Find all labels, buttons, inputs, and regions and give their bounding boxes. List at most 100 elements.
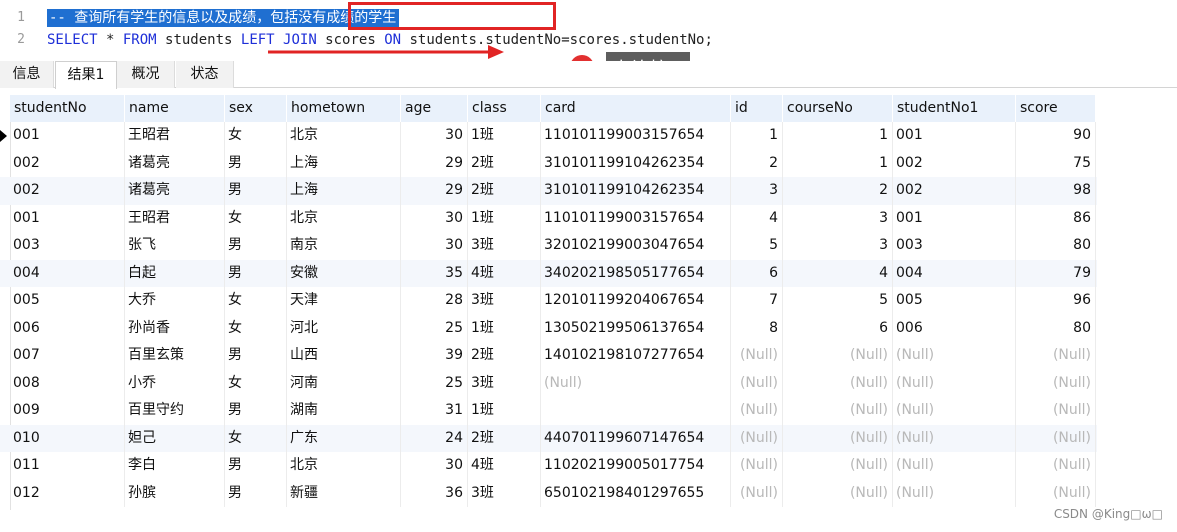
cell-score[interactable]: 80 — [1016, 314, 1096, 342]
cell-score[interactable]: 98 — [1016, 177, 1096, 205]
cell-score[interactable]: 96 — [1016, 287, 1096, 315]
cell-score[interactable]: (Null) — [1016, 342, 1096, 370]
cell-score[interactable]: 80 — [1016, 232, 1096, 260]
cell-sex[interactable]: 男 — [225, 342, 287, 370]
cell-name[interactable]: 妲己 — [125, 424, 225, 452]
cell-age[interactable]: 30 — [401, 122, 468, 150]
cell-studentno1[interactable]: 002 — [893, 177, 1016, 205]
column-header-hometown[interactable]: hometown — [287, 95, 401, 122]
cell-sex[interactable]: 女 — [225, 287, 287, 315]
cell-age[interactable]: 25 — [401, 369, 468, 397]
cell-id[interactable]: (Null) — [731, 479, 783, 507]
cell-card[interactable]: 130502199506137654 — [541, 314, 731, 342]
cell-name[interactable]: 孙尚香 — [125, 314, 225, 342]
cell-age[interactable]: 30 — [401, 232, 468, 260]
cell-card[interactable]: 310101199104262354 — [541, 149, 731, 177]
cell-id[interactable]: (Null) — [731, 397, 783, 425]
cell-card[interactable]: 340202198505177654 — [541, 259, 731, 287]
cell-card[interactable]: 110101199003157654 — [541, 204, 731, 232]
cell-courseno[interactable]: 3 — [783, 232, 893, 260]
cell-hometown[interactable]: 山西 — [287, 342, 401, 370]
cell-id[interactable]: (Null) — [731, 452, 783, 480]
column-header-id[interactable]: id — [731, 95, 783, 122]
sql-editor[interactable]: 1 -- 查询所有学生的信息以及成绩，包括没有成绩的学生 2 SELECT * … — [0, 0, 1177, 59]
cell-class[interactable]: 2班 — [468, 149, 541, 177]
cell-age[interactable]: 30 — [401, 452, 468, 480]
cell-studentno[interactable]: 002 — [10, 177, 125, 205]
cell-hometown[interactable]: 河南 — [287, 369, 401, 397]
cell-name[interactable]: 大乔 — [125, 287, 225, 315]
column-header-card[interactable]: card — [541, 95, 731, 122]
cell-id[interactable]: (Null) — [731, 342, 783, 370]
cell-class[interactable]: 3班 — [468, 479, 541, 507]
cell-id[interactable]: 7 — [731, 287, 783, 315]
cell-hometown[interactable]: 北京 — [287, 122, 401, 150]
column-header-class[interactable]: class — [468, 95, 541, 122]
cell-hometown[interactable]: 北京 — [287, 452, 401, 480]
tab-result-1[interactable]: 结果1 — [55, 61, 117, 89]
cell-id[interactable]: 1 — [731, 122, 783, 150]
cell-studentno1[interactable]: 001 — [893, 122, 1016, 150]
table-row[interactable]: 003 张飞男南京 30 3班 320102199003047654 5 3 003 80 — [0, 232, 1097, 260]
cell-sex[interactable]: 女 — [225, 369, 287, 397]
cell-studentno[interactable]: 011 — [10, 452, 125, 480]
cell-studentno1[interactable]: 005 — [893, 287, 1016, 315]
cell-class[interactable]: 3班 — [468, 287, 541, 315]
cell-studentno1[interactable]: 006 — [893, 314, 1016, 342]
cell-id[interactable]: (Null) — [731, 424, 783, 452]
cell-courseno[interactable]: 5 — [783, 287, 893, 315]
cell-sex[interactable]: 男 — [225, 232, 287, 260]
cell-score[interactable]: (Null) — [1016, 424, 1096, 452]
cell-courseno[interactable]: 1 — [783, 149, 893, 177]
table-row[interactable]: 002 诸葛亮男上海 29 2班 310101199104262354 3 2 002 98 — [0, 177, 1097, 205]
cell-age[interactable]: 29 — [401, 149, 468, 177]
cell-score[interactable]: 75 — [1016, 149, 1096, 177]
cell-studentno[interactable]: 001 — [10, 122, 125, 150]
cell-studentno1[interactable]: (Null) — [893, 342, 1016, 370]
editor-line-1[interactable]: 1 -- 查询所有学生的信息以及成绩，包括没有成绩的学生 — [0, 7, 1177, 29]
table-row[interactable]: 001 王昭君女北京 30 1班 110101199003157654 4 3 001 86 — [0, 204, 1097, 232]
cell-hometown[interactable]: 南京 — [287, 232, 401, 260]
cell-courseno[interactable]: (Null) — [783, 342, 893, 370]
cell-name[interactable]: 百里守约 — [125, 397, 225, 425]
cell-studentno1[interactable]: 003 — [893, 232, 1016, 260]
sql-comment[interactable]: -- 查询所有学生的信息以及成绩，包括没有成绩的学生 — [47, 9, 400, 27]
cell-sex[interactable]: 女 — [225, 314, 287, 342]
cell-studentno1[interactable]: (Null) — [893, 369, 1016, 397]
cell-name[interactable]: 孙膑 — [125, 479, 225, 507]
column-header-studentno1[interactable]: studentNo1 — [893, 95, 1016, 122]
cell-score[interactable]: 86 — [1016, 204, 1096, 232]
cell-studentno[interactable]: 004 — [10, 259, 125, 287]
table-row[interactable]: 001 王昭君女北京 30 1班 110101199003157654 1 1 001 90 — [0, 122, 1097, 150]
cell-sex[interactable]: 男 — [225, 177, 287, 205]
cell-hometown[interactable]: 河北 — [287, 314, 401, 342]
cell-score[interactable]: (Null) — [1016, 479, 1096, 507]
cell-studentno1[interactable]: (Null) — [893, 424, 1016, 452]
table-row[interactable]: 007 百里玄策男山西 39 2班 140102198107277654 (Null) (N… — [0, 342, 1097, 370]
cell-id[interactable]: 3 — [731, 177, 783, 205]
cell-id[interactable]: 8 — [731, 314, 783, 342]
editor-line-2[interactable]: 2 SELECT * FROM students LEFT JOIN score… — [0, 29, 1177, 51]
cell-age[interactable]: 24 — [401, 424, 468, 452]
cell-class[interactable]: 3班 — [468, 232, 541, 260]
column-header-studentno[interactable]: studentNo — [10, 95, 125, 122]
cell-card[interactable]: 440701199607147654 — [541, 424, 731, 452]
cell-score[interactable]: 90 — [1016, 122, 1096, 150]
cell-sex[interactable]: 女 — [225, 424, 287, 452]
cell-courseno[interactable]: 2 — [783, 177, 893, 205]
cell-hometown[interactable]: 广东 — [287, 424, 401, 452]
cell-score[interactable]: (Null) — [1016, 369, 1096, 397]
cell-name[interactable]: 李白 — [125, 452, 225, 480]
cell-studentno[interactable]: 001 — [10, 204, 125, 232]
cell-age[interactable]: 31 — [401, 397, 468, 425]
cell-studentno[interactable]: 007 — [10, 342, 125, 370]
cell-class[interactable]: 1班 — [468, 397, 541, 425]
cell-studentno1[interactable]: 001 — [893, 204, 1016, 232]
cell-card[interactable]: 110101199003157654 — [541, 122, 731, 150]
table-row[interactable]: 004 白起男安徽 35 4班 340202198505177654 6 4 004 79 — [0, 259, 1097, 287]
cell-id[interactable]: 6 — [731, 259, 783, 287]
cell-card[interactable]: 320102199003047654 — [541, 232, 731, 260]
cell-courseno[interactable]: (Null) — [783, 397, 893, 425]
column-header-sex[interactable]: sex — [225, 95, 287, 122]
cell-card[interactable]: 310101199104262354 — [541, 177, 731, 205]
